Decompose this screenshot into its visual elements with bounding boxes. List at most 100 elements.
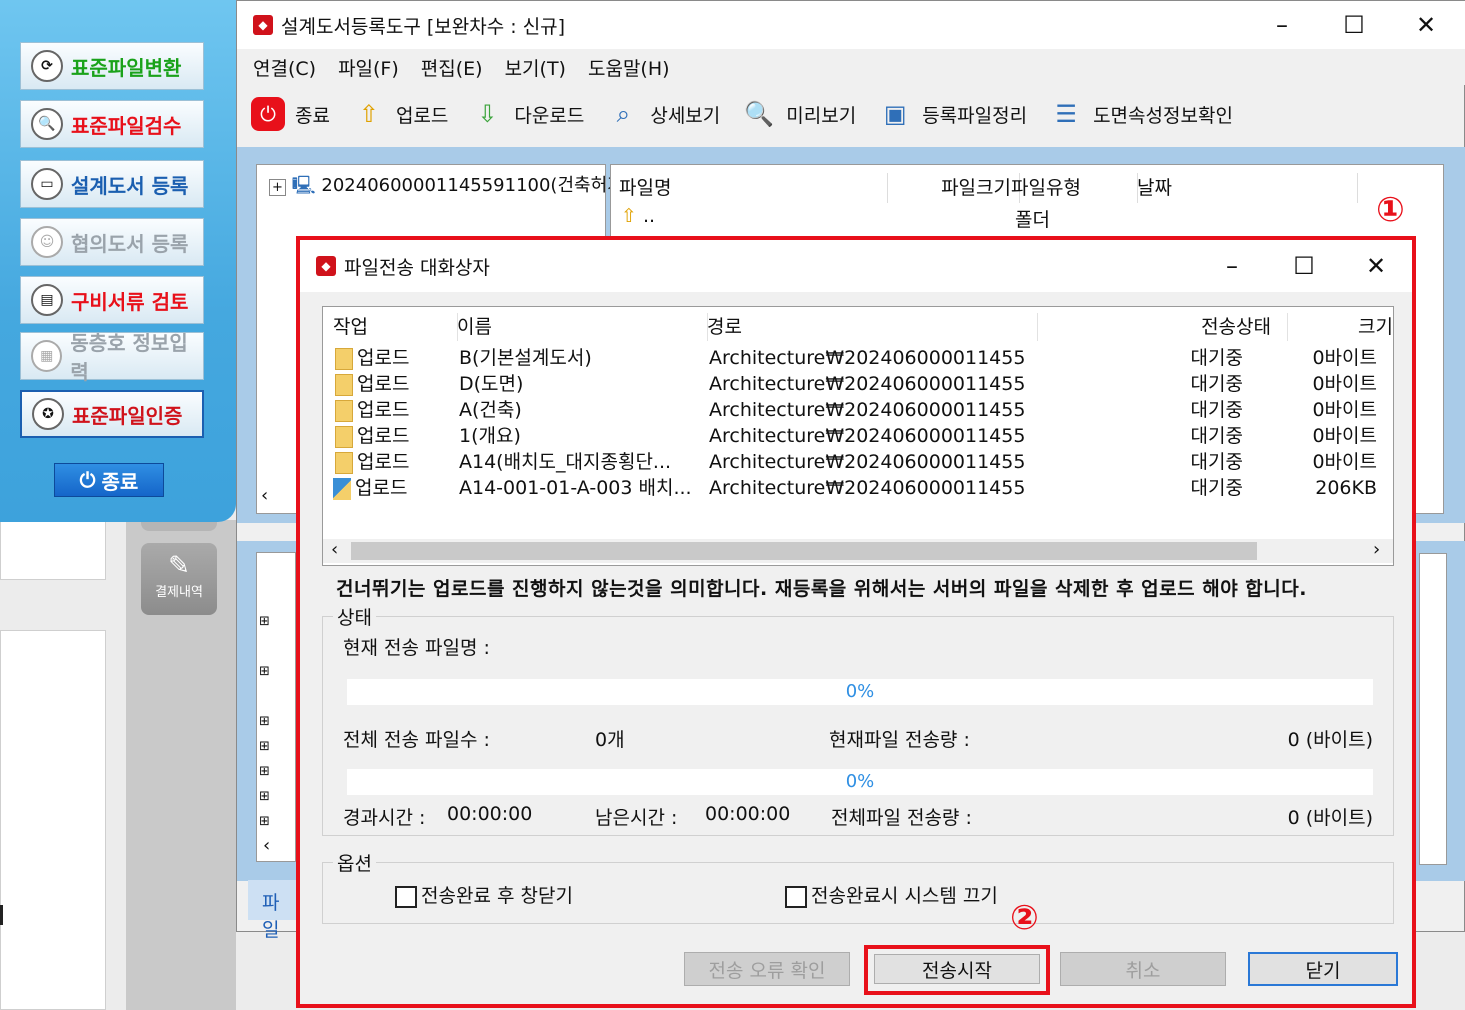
toolbar-label: 업로드 [395,104,449,127]
menu-design-register[interactable]: ▭ 설계도서 등록 [20,160,204,208]
transfer-row[interactable]: 업로드 A14(배치도_대지종횡단... Architecture₩202406… [323,449,1393,475]
error-check-button[interactable]: 전송 오류 확인 [684,952,850,986]
col-header-task[interactable]: 작업 [323,313,458,341]
menu-standard-convert[interactable]: ⟳ 표준파일변환 [20,42,204,90]
row-name: B(기본설계도서) [459,347,592,369]
menu-standard-certify[interactable]: ✪ 표준파일인증 [20,390,204,438]
menu-view[interactable]: 보기(T) [505,54,566,81]
row-size: 0바이트 [1312,347,1377,369]
folder-icon [335,451,353,474]
total-amount-label: 전체파일 전송량 : [831,807,972,829]
remaining-label: 남은시간 : [595,807,678,829]
maximize-button[interactable]: ☐ [1318,1,1390,49]
properties-icon: ☰ [1055,100,1077,128]
transfer-dialog: ◆ 파일전송 대화상자 – ☐ ✕ 작업 이름 경로 전송상태 크기 업로드 B… [296,236,1416,1008]
list-row-up[interactable]: ⇧ .. 폴더 [621,205,1441,231]
toolbar: ⏻ 종료 ⇧ 업로드 ⇩ 다운로드 ⌕ 상세보기 🔍 미리보기 ▣ 등록파일정리… [237,89,1465,139]
dialog-close-button[interactable]: ✕ [1340,240,1412,292]
minimize-button[interactable]: – [1246,1,1318,49]
toolbar-label: 등록파일정리 [922,104,1028,127]
toolbar-exit-button[interactable]: ⏻ 종료 [251,97,330,131]
toolbar-preview-button[interactable]: 🔍 미리보기 [742,97,856,131]
expand-icon: + [269,179,286,196]
dialog-minimize-button[interactable]: – [1196,240,1268,292]
approval-history-button[interactable]: ✎ 결제내역 [141,543,217,615]
app-icon: ◆ [253,15,273,35]
scroll-left-icon[interactable]: ‹ [261,485,268,506]
checkbox-box[interactable] [395,885,417,908]
scroll-right-icon[interactable]: › [1373,539,1380,560]
toolbar-organize-button[interactable]: ▣ 등록파일정리 [878,97,1027,131]
marker-one: ① [1376,190,1405,230]
tree-root-node[interactable]: + 🖳 20240600001145591100(건축허가 [269,171,624,203]
row-size: 0바이트 [1312,425,1377,447]
row-path: Architecture₩20240600001145591... [709,477,1025,499]
col-header-filetype[interactable]: 파일유형 [1003,173,1138,203]
col-header-name[interactable]: 이름 [447,313,708,341]
col-header-status[interactable]: 전송상태 [1027,313,1288,341]
transfer-row[interactable]: 업로드 A(건축) Architecture₩20240600001145591… [323,397,1393,423]
close-after-checkbox[interactable]: 전송완료 후 창닫기 [395,881,573,908]
menu-label: 동층호 정보입력 [70,331,188,384]
col-header-path[interactable]: 경로 [697,313,1038,341]
horizontal-scrollbar[interactable]: ‹ › [323,539,1393,563]
shutdown-after-checkbox[interactable]: 전송완료시 시스템 끄기 [785,881,998,908]
total-count-value: 0개 [595,729,625,751]
col-header-date[interactable]: 날짜 [1129,173,1358,203]
bottom-list-pane [1419,553,1447,865]
transfer-row[interactable]: 업로드 B(기본설계도서) Architecture₩2024060000114… [323,345,1393,371]
main-title-bar: ◆ 설계도서등록도구 [보완차수 : 신규] – ☐ ✕ [237,1,1465,49]
toolbar-detail-button[interactable]: ⌕ 상세보기 [606,97,721,131]
bottom-tree[interactable]: ⊞ ⊞ ⊞ ⊞ ⊞ ⊞ ⊞ ‹ [256,552,296,862]
scroll-left-icon[interactable]: ‹ [263,835,270,856]
upload-icon: ⇧ [358,100,380,128]
checkbox-box[interactable] [785,885,807,908]
menu-file[interactable]: 파일(F) [338,54,399,81]
dialog-maximize-button[interactable]: ☐ [1268,240,1340,292]
toolbar-properties-button[interactable]: ☰ 도면속성정보확인 [1049,97,1233,131]
current-amount-value: 0 (바이트) [1287,729,1373,751]
row-task: 업로드 [357,373,410,395]
left-exit-button[interactable]: ⏻ 종료 [54,463,164,497]
col-header-size[interactable]: 크기 [1261,313,1407,341]
docs-icon: ▤ [31,284,63,316]
computer-icon: 🖳 [291,175,316,196]
transfer-row[interactable]: 업로드 A14-001-01-A-003 배치... Architecture₩… [323,475,1393,501]
close-button[interactable]: ✕ [1390,1,1462,49]
status-group: 상태 현재 전송 파일명 : 0% 전체 전송 파일수 : 0개 현재파일 전송… [322,603,1394,836]
col-header-filename[interactable]: 파일명 [611,173,888,203]
transfer-row[interactable]: 업로드 1(개요) Architecture₩20240600001145591… [323,423,1393,449]
menu-help[interactable]: 도움말(H) [588,54,670,81]
cancel-button[interactable]: 취소 [1060,952,1226,986]
menu-standard-inspect[interactable]: 🔍 표준파일검수 [20,100,204,148]
transfer-list[interactable]: 작업 이름 경로 전송상태 크기 업로드 B(기본설계도서) Architect… [322,306,1394,566]
toolbar-download-button[interactable]: ⇩ 다운로드 [470,97,584,131]
menu-edit[interactable]: 편집(E) [421,54,483,81]
transfer-row[interactable]: 업로드 D(도면) Architecture₩20240600001145591… [323,371,1393,397]
col-header-filesize[interactable]: 파일크기 [879,173,1020,203]
menu-consult-register[interactable]: ☺ 협의도서 등록 [20,218,204,266]
start-transfer-button[interactable]: 전송시작 [874,954,1040,984]
menu-docs-review[interactable]: ▤ 구비서류 검토 [20,276,204,324]
folder-icon [335,399,353,422]
scroll-thumb[interactable] [351,542,1257,560]
detail-icon: ⌕ [616,100,631,128]
approval-icon: ✎ [168,551,190,581]
preview-icon: 🔍 [744,100,775,128]
row-name: A(건축) [459,399,522,421]
row-task: 업로드 [357,399,410,421]
close-dialog-button[interactable]: 닫기 [1248,952,1398,986]
up-row-name: .. [642,205,656,227]
menu-floor-info[interactable]: ▦ 동층호 정보입력 [20,331,204,384]
toolbar-label: 도면속성정보확인 [1093,104,1233,127]
tree-root-label: 20240600001145591100(건축허가 [321,175,624,196]
total-progress: 0% [347,769,1373,795]
row-path: Architecture₩20240600001145591... [709,399,1025,421]
menu-label: 협의도서 등록 [71,231,189,256]
row-status: 대기중 [1190,399,1243,421]
toolbar-upload-button[interactable]: ⇧ 업로드 [352,97,449,131]
menu-connect[interactable]: 연결(C) [253,54,316,81]
consult-icon: ☺ [31,226,63,258]
scroll-left-icon[interactable]: ‹ [331,539,338,560]
download-icon: ⇩ [477,100,498,128]
